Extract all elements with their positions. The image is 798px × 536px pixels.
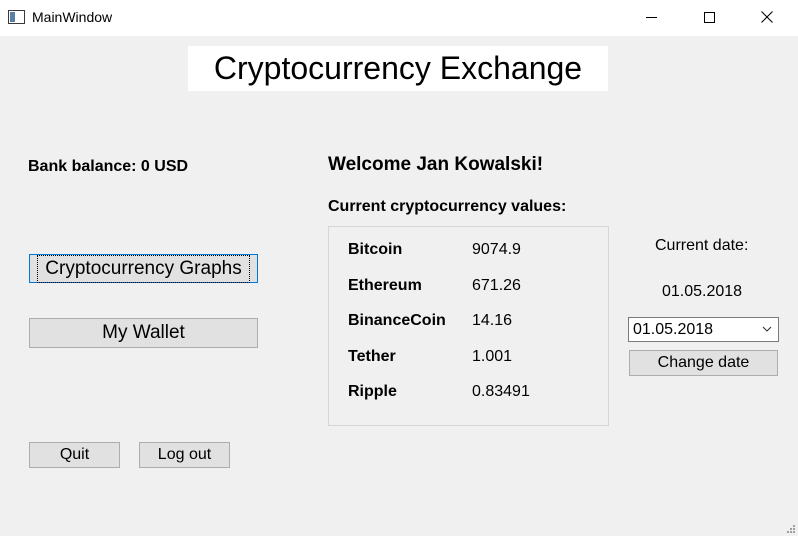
crypto-value: 0.83491: [472, 383, 530, 400]
minimize-icon: [645, 16, 657, 18]
chevron-down-icon: [762, 326, 772, 332]
crypto-name: BinanceCoin: [348, 312, 446, 329]
close-icon: [761, 11, 773, 23]
minimize-button[interactable]: [628, 0, 674, 34]
cryptocurrency-graphs-label: Cryptocurrency Graphs: [37, 254, 250, 283]
crypto-row: BinanceCoin 14.16: [348, 312, 598, 332]
logout-button[interactable]: Log out: [139, 442, 230, 468]
date-select[interactable]: 01.05.2018: [628, 317, 779, 342]
close-button[interactable]: [744, 0, 790, 34]
title-bar: MainWindow: [0, 0, 798, 36]
current-date-label: Current date:: [655, 237, 749, 254]
resize-grip-icon[interactable]: [786, 524, 796, 534]
quit-button[interactable]: Quit: [29, 442, 120, 468]
page-title: Cryptocurrency Exchange: [188, 46, 608, 91]
my-wallet-button[interactable]: My Wallet: [29, 318, 258, 348]
crypto-values-heading: Current cryptocurrency values:: [328, 198, 567, 215]
welcome-message: Welcome Jan Kowalski!: [328, 154, 544, 175]
cryptocurrency-graphs-button[interactable]: Cryptocurrency Graphs: [29, 254, 258, 283]
crypto-values-panel: Bitcoin 9074.9 Ethereum 671.26 BinanceCo…: [328, 226, 609, 426]
crypto-value: 1.001: [472, 348, 513, 365]
crypto-name: Ripple: [348, 383, 397, 400]
maximize-icon: [703, 11, 715, 23]
window-title: MainWindow: [32, 9, 113, 25]
crypto-row: Bitcoin 9074.9: [348, 241, 598, 261]
maximize-button[interactable]: [686, 0, 732, 34]
crypto-name: Bitcoin: [348, 241, 403, 258]
crypto-value: 14.16: [472, 312, 513, 329]
crypto-name: Ethereum: [348, 277, 422, 294]
date-select-value: 01.05.2018: [633, 320, 714, 338]
crypto-row: Tether 1.001: [348, 348, 598, 368]
current-date-value: 01.05.2018: [662, 283, 743, 300]
crypto-value: 671.26: [472, 277, 521, 294]
crypto-row: Ripple 0.83491: [348, 383, 598, 403]
crypto-value: 9074.9: [472, 241, 521, 258]
crypto-row: Ethereum 671.26: [348, 277, 598, 297]
crypto-name: Tether: [348, 348, 396, 365]
bank-balance-label: Bank balance: 0 USD: [28, 158, 189, 175]
change-date-button[interactable]: Change date: [629, 350, 778, 376]
window-app-icon: [8, 10, 25, 24]
